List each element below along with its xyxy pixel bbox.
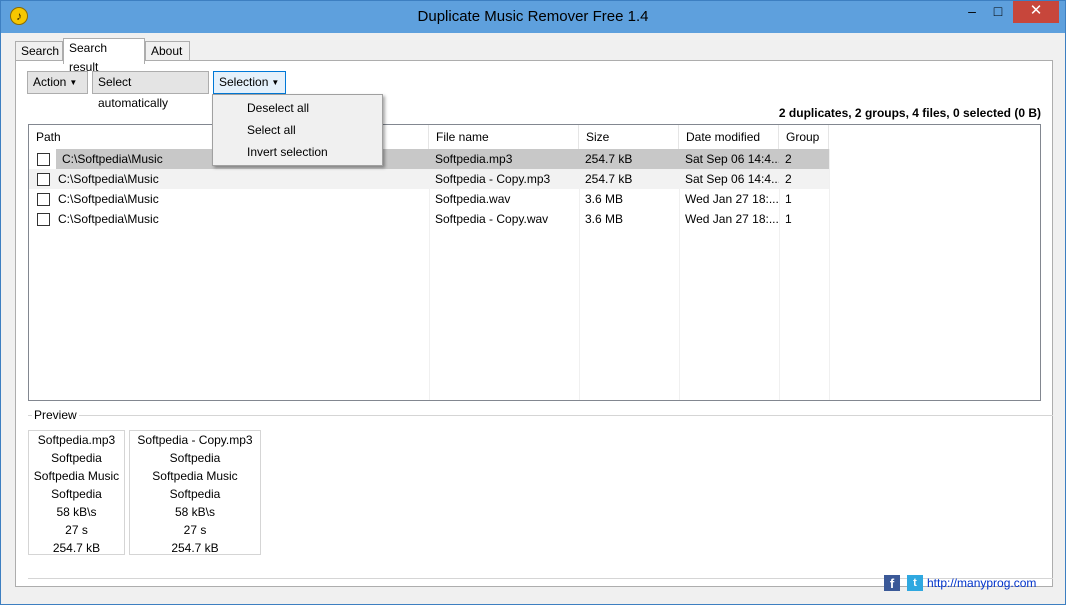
twitter-icon[interactable]: t bbox=[907, 575, 923, 591]
results-summary: 2 duplicates, 2 groups, 4 files, 0 selec… bbox=[778, 106, 1041, 120]
menu-item-select-all[interactable]: Select all bbox=[247, 119, 296, 141]
preview-duration: 27 s bbox=[183, 523, 207, 537]
menu-item-invert-selection[interactable]: Invert selection bbox=[247, 141, 328, 163]
size-cell: 3.6 MB bbox=[585, 212, 624, 226]
date-cell: Wed Jan 27 18:... bbox=[685, 192, 779, 206]
date-cell: Sat Sep 06 14:4... bbox=[685, 172, 779, 186]
preview-label: Preview bbox=[32, 408, 79, 422]
minimize-button[interactable]: – bbox=[959, 1, 985, 23]
file-name-cell: Softpedia.mp3 bbox=[429, 149, 579, 169]
selection-button[interactable]: Selection ▼ bbox=[213, 71, 286, 94]
tab-about[interactable]: About bbox=[145, 41, 190, 62]
row-checkbox[interactable] bbox=[37, 173, 50, 186]
preview-card[interactable]: Softpedia.mp3 Softpedia Softpedia Music … bbox=[28, 430, 125, 555]
footer: f t http://manyprog.com bbox=[9, 573, 1059, 598]
preview-title: Softpedia bbox=[51, 487, 102, 501]
date-cell: Sat Sep 06 14:4... bbox=[679, 149, 779, 169]
selection-label: Selection bbox=[219, 75, 269, 89]
group-cell: 1 bbox=[785, 212, 792, 226]
chevron-down-icon: ▼ bbox=[271, 78, 280, 87]
table-row[interactable]: C:\Softpedia\Music Softpedia.mp3 254.7 k… bbox=[29, 149, 829, 169]
column-divider bbox=[829, 149, 830, 400]
select-automatically-button[interactable]: Select automatically bbox=[92, 71, 209, 110]
column-size[interactable]: Size bbox=[579, 125, 679, 149]
file-name-cell: Softpedia - Copy.mp3 bbox=[435, 172, 551, 186]
size-cell: 3.6 MB bbox=[585, 192, 624, 206]
column-group[interactable]: Group bbox=[779, 125, 829, 149]
file-name-cell: Softpedia.wav bbox=[435, 192, 511, 206]
column-file-name[interactable]: File name bbox=[429, 125, 579, 149]
maximize-button[interactable]: □ bbox=[985, 1, 1011, 23]
window-title: Duplicate Music Remover Free 1.4 bbox=[417, 8, 649, 25]
group-cell: 2 bbox=[779, 149, 829, 169]
results-list[interactable]: Path File name Size Date modified Group … bbox=[28, 124, 1041, 401]
facebook-icon[interactable]: f bbox=[884, 575, 900, 591]
table-row[interactable]: C:\Softpedia\Music Softpedia - Copy.mp3 … bbox=[29, 169, 829, 189]
search-result-panel: Action ▼ Select automatically Selection ▼ … bbox=[15, 60, 1053, 587]
table-row[interactable]: C:\Softpedia\Music Softpedia.wav 3.6 MB … bbox=[29, 189, 829, 209]
selection-menu: Deselect all Select all Invert selection bbox=[212, 94, 383, 166]
list-header: Path File name Size Date modified Group bbox=[29, 125, 1040, 149]
preview-bitrate: 58 kB\s bbox=[174, 505, 216, 519]
table-row[interactable]: C:\Softpedia\Music Softpedia - Copy.wav … bbox=[29, 209, 829, 229]
path-cell: C:\Softpedia\Music bbox=[58, 192, 159, 206]
date-cell: Wed Jan 27 18:... bbox=[685, 212, 779, 226]
preview-file-name: Softpedia.mp3 bbox=[37, 433, 116, 447]
row-checkbox[interactable] bbox=[37, 213, 50, 226]
preview-artist: Softpedia bbox=[169, 451, 221, 465]
preview-album: Softpedia Music bbox=[152, 469, 238, 483]
size-cell: 254.7 kB bbox=[579, 149, 679, 169]
chevron-down-icon: ▼ bbox=[69, 78, 78, 87]
group-cell: 1 bbox=[785, 192, 792, 206]
preview-duration: 27 s bbox=[65, 523, 88, 537]
preview-title: Softpedia bbox=[169, 487, 221, 501]
preview-group: Preview Softpedia.mp3 Softpedia Softpedi… bbox=[28, 408, 1053, 579]
close-button[interactable]: ✕ bbox=[1013, 1, 1059, 23]
tab-search[interactable]: Search bbox=[15, 41, 63, 62]
group-cell: 2 bbox=[785, 172, 792, 186]
preview-artist: Softpedia bbox=[51, 451, 102, 465]
app-window: ♪ Duplicate Music Remover Free 1.4 – □ ✕… bbox=[0, 0, 1066, 605]
tab-search-result[interactable]: Search result bbox=[63, 38, 145, 74]
preview-size: 254.7 kB bbox=[52, 541, 101, 555]
title-bar[interactable]: ♪ Duplicate Music Remover Free 1.4 – □ ✕ bbox=[1, 1, 1065, 33]
preview-card[interactable]: Softpedia - Copy.mp3 Softpedia Softpedia… bbox=[129, 430, 261, 555]
column-date-modified[interactable]: Date modified bbox=[679, 125, 779, 149]
preview-album: Softpedia Music bbox=[33, 469, 120, 483]
action-label: Action bbox=[33, 75, 67, 89]
size-cell: 254.7 kB bbox=[585, 172, 633, 186]
path-cell: C:\Softpedia\Music bbox=[58, 212, 159, 226]
preview-size: 254.7 kB bbox=[171, 541, 219, 555]
website-link[interactable]: http://manyprog.com bbox=[927, 576, 1036, 590]
preview-file-name: Softpedia - Copy.mp3 bbox=[137, 433, 253, 447]
client-area: Search Search result About Action ▼ Selec… bbox=[9, 33, 1059, 598]
path-cell: C:\Softpedia\Music bbox=[58, 172, 159, 186]
row-checkbox[interactable] bbox=[37, 193, 50, 206]
file-name-cell: Softpedia - Copy.wav bbox=[435, 212, 549, 226]
menu-item-deselect-all[interactable]: Deselect all bbox=[247, 97, 309, 119]
preview-bitrate: 58 kB\s bbox=[56, 505, 97, 519]
row-checkbox[interactable] bbox=[37, 153, 50, 166]
